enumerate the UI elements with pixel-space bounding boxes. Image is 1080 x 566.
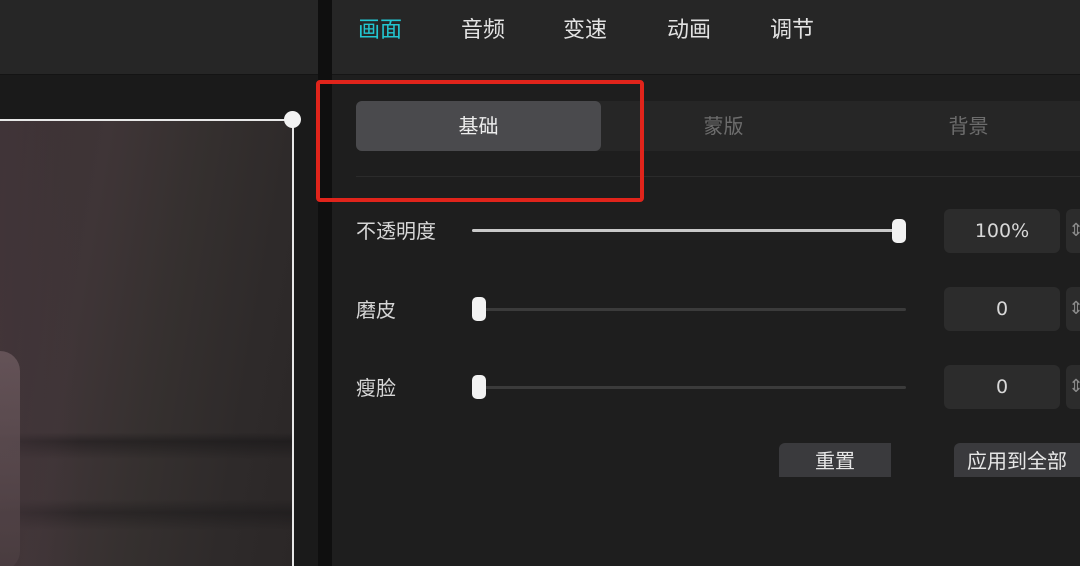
tab-picture[interactable]: 画面 [358,13,402,49]
subtab-background[interactable]: 背景 [846,101,1080,151]
opacity-label: 不透明度 [356,219,436,243]
tab-speed[interactable]: 变速 [563,13,607,49]
video-preview-frame[interactable] [0,119,294,566]
smoothing-slider-track[interactable] [472,308,906,311]
main-tabbar: 画面 音频 变速 动画 调节 [332,0,1080,75]
editor-window: 画面 音频 变速 动画 调节 基础 蒙版 背景 不透明度 100% ⇕ 磨皮 0… [0,0,1080,566]
reset-button[interactable]: 重置 [779,443,891,477]
subtab-mask[interactable]: 蒙版 [601,101,846,151]
face-slim-slider-thumb[interactable] [472,375,486,399]
tab-audio[interactable]: 音频 [461,13,505,49]
preview-toolbar [0,0,318,75]
smoothing-slider-thumb[interactable] [472,297,486,321]
resize-handle[interactable] [284,111,301,128]
face-slim-value-input[interactable]: 0 [944,365,1060,409]
face-slim-label: 瘦脸 [356,376,396,400]
opacity-value-input[interactable]: 100% [944,209,1060,253]
properties-panel: 画面 音频 变速 动画 调节 基础 蒙版 背景 不透明度 100% ⇕ 磨皮 0… [332,0,1080,566]
preview-pane [0,0,318,566]
opacity-stepper[interactable]: ⇕ [1066,209,1080,253]
opacity-slider-track[interactable] [472,229,906,232]
subtab-basic[interactable]: 基础 [356,101,601,151]
section-divider [356,176,1080,177]
smoothing-label: 磨皮 [356,298,396,322]
smoothing-value-input[interactable]: 0 [944,287,1060,331]
tab-adjust[interactable]: 调节 [770,13,814,49]
face-slim-stepper[interactable]: ⇕ [1066,365,1080,409]
smoothing-stepper[interactable]: ⇕ [1066,287,1080,331]
opacity-slider-fill [472,229,906,232]
preview-subject [0,351,20,566]
tab-animation[interactable]: 动画 [667,13,711,49]
apply-to-all-button[interactable]: 应用到全部 [954,443,1080,477]
sub-tabbar: 基础 蒙版 背景 [356,101,1080,151]
face-slim-slider-track[interactable] [472,386,906,389]
pane-divider[interactable] [318,0,332,566]
opacity-slider-thumb[interactable] [892,219,906,243]
